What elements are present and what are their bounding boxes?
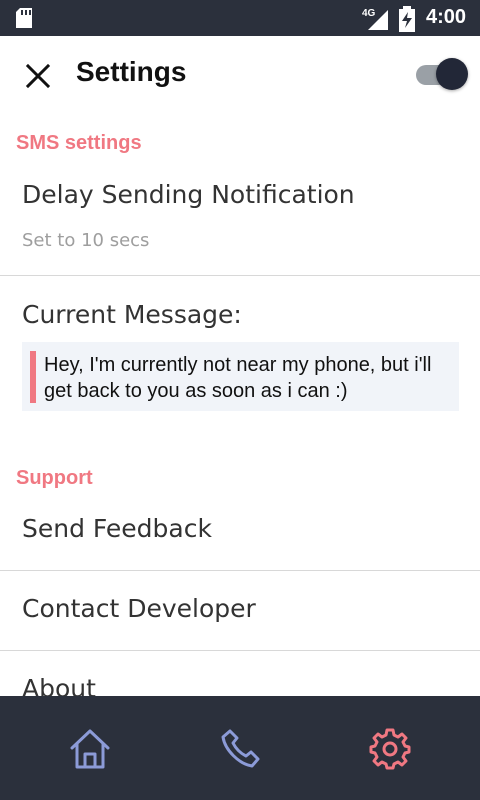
delay-sending-value: Set to 10 secs	[22, 230, 150, 251]
send-feedback-label: Send Feedback	[22, 514, 212, 543]
section-header-sms: SMS settings	[16, 132, 142, 154]
gear-icon	[369, 728, 411, 770]
settings-toggle[interactable]	[412, 58, 468, 90]
delay-sending-title: Delay Sending Notification	[22, 180, 355, 209]
battery-icon	[399, 6, 415, 32]
status-bar: 4G 4:00	[0, 0, 480, 36]
phone-icon	[221, 729, 260, 768]
message-accent-bar	[30, 351, 36, 403]
sd-card-icon	[16, 8, 32, 28]
network-type: 4G	[362, 8, 376, 19]
section-header-support: Support	[16, 467, 93, 489]
contact-developer-item[interactable]: Contact Developer	[0, 580, 480, 650]
send-feedback-item[interactable]: Send Feedback	[0, 500, 480, 570]
current-message-box[interactable]: Hey, I'm currently not near my phone, bu…	[22, 342, 459, 411]
toggle-knob	[436, 58, 468, 90]
nav-phone-button[interactable]	[217, 726, 263, 772]
divider	[0, 275, 480, 276]
bottom-nav	[0, 696, 480, 800]
about-item[interactable]: About	[0, 660, 480, 696]
divider	[0, 650, 480, 651]
nav-home-button[interactable]	[67, 726, 113, 772]
nav-settings-button[interactable]	[367, 726, 413, 772]
about-label: About	[22, 674, 96, 696]
delay-sending-item[interactable]: Delay Sending Notification Set to 10 sec…	[0, 166, 480, 274]
close-button[interactable]	[20, 58, 56, 94]
contact-developer-label: Contact Developer	[22, 594, 256, 623]
close-icon	[25, 63, 51, 89]
signal-icon: 4G	[362, 8, 388, 30]
divider	[0, 570, 480, 571]
home-icon	[70, 729, 110, 769]
app-bar: Settings	[0, 36, 480, 112]
current-message-label: Current Message:	[22, 300, 242, 329]
current-message-text: Hey, I'm currently not near my phone, bu…	[44, 354, 432, 402]
status-time: 4:00	[426, 6, 467, 28]
page-title: Settings	[76, 56, 187, 87]
